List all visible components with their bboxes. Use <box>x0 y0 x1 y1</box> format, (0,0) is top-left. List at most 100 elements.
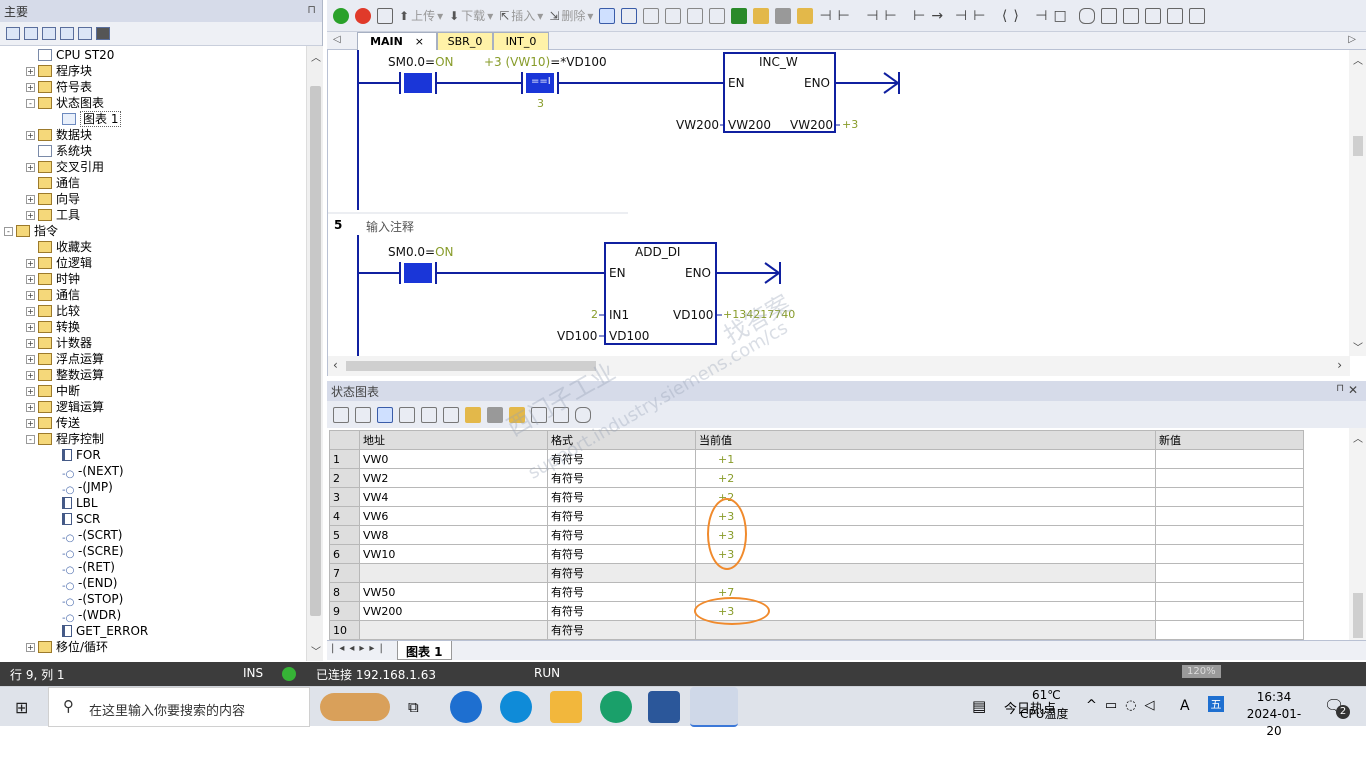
tree-item[interactable]: + 浮点运算 <box>26 351 104 367</box>
network-comment[interactable]: 输入注释 <box>366 218 414 235</box>
expand-icon[interactable]: + <box>26 291 35 300</box>
view-icon[interactable] <box>24 27 38 40</box>
symbol-icon[interactable] <box>1100 7 1117 24</box>
tree-item[interactable]: - 程序控制 <box>26 431 104 447</box>
expand-icon[interactable]: + <box>26 307 35 316</box>
ime-icon[interactable]: 五 <box>1208 696 1224 712</box>
tree-item[interactable]: -○ -(SCRT) <box>50 527 122 544</box>
cell-format[interactable]: 有符号 <box>547 487 696 507</box>
upload-button[interactable]: ⬆ 上传 ▾ <box>399 7 443 24</box>
tree-item[interactable]: + 交叉引用 <box>26 159 104 175</box>
cell-address[interactable]: VW200 <box>359 601 548 621</box>
network-icon[interactable] <box>687 7 704 24</box>
view-icon[interactable] <box>6 27 20 40</box>
cell-format[interactable]: 有符号 <box>547 620 696 640</box>
scroll-up-icon[interactable]: ︿ <box>1353 430 1363 445</box>
ie-icon[interactable] <box>450 691 482 723</box>
ladder-editor[interactable]: SM0.0=ON +3 (VW10)=*VD100 ==I 3 INC_W EN… <box>327 50 1366 376</box>
sheet-nav-icons[interactable]: |◂◂▸▸| <box>331 643 388 654</box>
collapse-icon[interactable]: - <box>26 99 35 108</box>
comm-icon[interactable] <box>96 27 110 40</box>
tab-scroll-right-icon[interactable]: ▷ <box>1348 34 1356 45</box>
table-row[interactable]: 6 VW10 有符号 +3 <box>329 544 1304 564</box>
cell-address[interactable]: VW4 <box>359 487 548 507</box>
chart-monitor-icon[interactable] <box>377 406 393 423</box>
ladder-contacts-icon[interactable]: ⊣⊢ ⟨⟩ ⊣□ <box>955 8 1073 24</box>
tree-item[interactable]: + 移位/循环 <box>26 639 108 655</box>
expand-icon[interactable]: + <box>26 131 35 140</box>
sheet-tab-chart1[interactable]: 图表 1 <box>397 641 452 660</box>
cell-format[interactable]: 有符号 <box>547 582 696 602</box>
tree-item[interactable]: 收藏夹 <box>26 239 92 255</box>
grid-scrollbar[interactable]: ︿ <box>1349 428 1366 640</box>
close-icon[interactable]: ✕ <box>1348 383 1358 397</box>
tree-item[interactable]: 系统块 <box>26 143 92 159</box>
expand-icon[interactable]: + <box>26 259 35 268</box>
cell-address[interactable]: VW8 <box>359 525 548 545</box>
tree-item[interactable]: -○ -(JMP) <box>50 479 113 496</box>
editor-hscrollbar[interactable]: ‹ › <box>328 356 1350 376</box>
cell-format[interactable]: 有符号 <box>547 601 696 621</box>
doc-icon[interactable] <box>42 27 56 40</box>
tree-item[interactable]: + 向导 <box>26 191 80 207</box>
expand-icon[interactable]: + <box>26 403 35 412</box>
tree-item[interactable]: + 转换 <box>26 319 80 335</box>
close-icon[interactable]: × <box>415 35 424 48</box>
comment-icon[interactable] <box>575 406 591 423</box>
network-number[interactable]: 5 <box>334 218 342 232</box>
cell-new-value[interactable] <box>1155 582 1304 602</box>
ime-indicator[interactable]: A <box>1180 698 1190 714</box>
download-button[interactable]: ⬇ 下载 ▾ <box>449 7 493 24</box>
cell-new-value[interactable] <box>1155 601 1304 621</box>
tree-item[interactable]: + 比较 <box>26 303 80 319</box>
tree-item[interactable]: CPU ST20 <box>26 47 114 63</box>
table-row[interactable]: 2 VW2 有符号 +2 <box>329 468 1304 488</box>
cell-format[interactable]: 有符号 <box>547 506 696 526</box>
tree-item[interactable]: + 整数运算 <box>26 367 104 383</box>
tree-item[interactable]: SCR <box>50 511 100 527</box>
scroll-down-icon[interactable]: ﹀ <box>1353 339 1363 354</box>
tree-item[interactable]: + 符号表 <box>26 79 92 95</box>
scroll-up-icon[interactable]: ︿ <box>311 49 321 64</box>
chart-icon[interactable] <box>78 27 92 40</box>
cell-address[interactable]: VW10 <box>359 544 548 564</box>
tree-scrollbar[interactable]: ︿ ﹀ <box>306 46 323 661</box>
task-view-icon[interactable]: ⧉ <box>408 698 419 716</box>
system-tray-icons[interactable]: ^▭◌◁ <box>1086 698 1163 713</box>
scroll-thumb[interactable] <box>346 361 596 371</box>
microwin-taskbar-icon[interactable] <box>690 687 738 727</box>
expand-icon[interactable]: + <box>26 643 35 652</box>
tree-item[interactable]: + 程序块 <box>26 63 92 79</box>
cell-new-value[interactable] <box>1155 487 1304 507</box>
scroll-thumb[interactable] <box>1353 136 1363 156</box>
tree-item[interactable]: 通信 <box>26 175 80 191</box>
tree-item[interactable]: LBL <box>50 495 98 511</box>
table-row[interactable]: 7 有符号 <box>329 563 1304 583</box>
trend-icon[interactable] <box>553 406 569 423</box>
delete-button[interactable]: ⇲ 删除 ▾ <box>549 7 593 24</box>
expand-icon[interactable]: + <box>26 355 35 364</box>
edge-dev-icon[interactable] <box>600 691 632 723</box>
expand-icon[interactable]: + <box>26 323 35 332</box>
clock[interactable]: 16:34 2024-01-20 <box>1244 689 1304 740</box>
edit-icon[interactable] <box>1122 7 1139 24</box>
editor-vscrollbar[interactable]: ︿ ﹀ <box>1349 50 1366 356</box>
windows-start-icon[interactable]: ⊞ <box>15 698 28 717</box>
tree-item[interactable]: + 时钟 <box>26 271 80 287</box>
tree-item[interactable]: -○ -(STOP) <box>50 591 123 608</box>
tree-item[interactable]: + 传送 <box>26 415 80 431</box>
scroll-thumb[interactable] <box>310 86 321 616</box>
lock-icon[interactable] <box>465 406 481 423</box>
tree-item[interactable]: -○ -(SCRE) <box>50 543 124 560</box>
cell-address[interactable] <box>359 620 548 640</box>
table-row[interactable]: 4 VW6 有符号 +3 <box>329 506 1304 526</box>
pencil-icon[interactable] <box>443 406 459 423</box>
cell-address[interactable]: VW6 <box>359 506 548 526</box>
options-icon[interactable] <box>1144 7 1161 24</box>
tree-item[interactable]: + 中断 <box>26 383 80 399</box>
table-row[interactable]: 10 有符号 <box>329 620 1304 640</box>
table-row[interactable]: 8 VW50 有符号 +7 <box>329 582 1304 602</box>
tree-item[interactable]: + 逻辑运算 <box>26 399 104 415</box>
table-row[interactable]: 9 VW200 有符号 +3 <box>329 601 1304 621</box>
tree-item[interactable]: GET_ERROR <box>50 623 148 639</box>
